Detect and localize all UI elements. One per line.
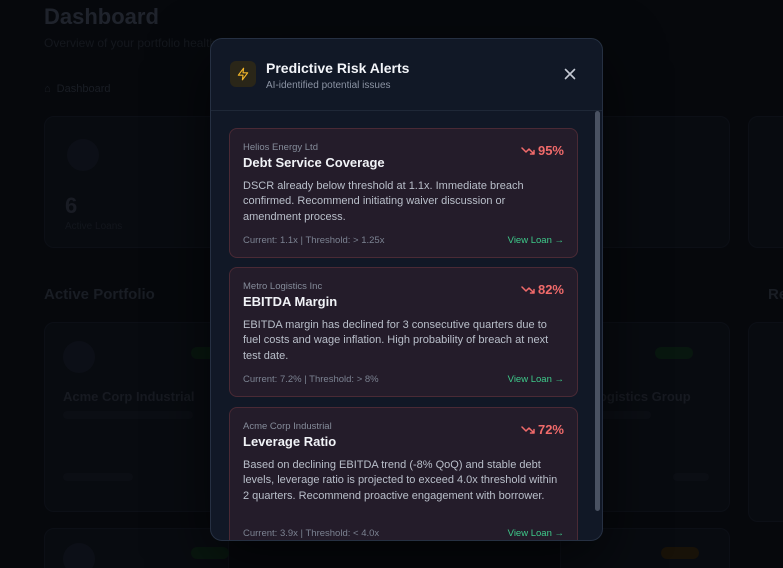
- alert-company: Acme Corp Industrial: [243, 421, 332, 432]
- alert-probability: 82%: [521, 282, 564, 297]
- alert-company: Metro Logistics Inc: [243, 281, 323, 292]
- alert-description: Based on declining EBITDA trend (-8% QoQ…: [243, 459, 558, 502]
- alert-card[interactable]: Helios Energy Ltd Debt Service Coverage …: [229, 128, 578, 258]
- lightning-icon: [230, 61, 256, 87]
- modal-title: Predictive Risk Alerts: [266, 60, 410, 76]
- trending-down-icon: [521, 146, 535, 155]
- trending-down-icon: [521, 425, 535, 434]
- alert-description: DSCR already below threshold at 1.1x. Im…: [243, 180, 524, 223]
- alert-metric: EBITDA Margin: [243, 294, 338, 309]
- alert-card[interactable]: Acme Corp Industrial Leverage Ratio 72% …: [229, 407, 578, 540]
- view-loan-link[interactable]: View Loan →: [508, 528, 564, 539]
- probability-value: 95%: [537, 143, 564, 158]
- alert-probability: 95%: [521, 143, 564, 158]
- probability-value: 82%: [537, 282, 564, 297]
- alert-metric: Debt Service Coverage: [243, 155, 385, 170]
- alerts-list[interactable]: Helios Energy Ltd Debt Service Coverage …: [211, 112, 602, 540]
- scrollbar-thumb[interactable]: [595, 111, 600, 511]
- alert-metric: Leverage Ratio: [243, 434, 337, 449]
- alert-probability: 72%: [521, 422, 564, 437]
- risk-alerts-modal: Predictive Risk Alerts AI-identified pot…: [210, 38, 603, 541]
- alert-footer: Current: 1.1x | Threshold: > 1.25x View …: [243, 235, 564, 246]
- close-icon[interactable]: [562, 66, 578, 82]
- probability-value: 72%: [537, 422, 564, 437]
- alert-threshold: Current: 3.9x | Threshold: < 4.0x: [243, 528, 380, 539]
- alert-threshold: Current: 7.2% | Threshold: > 8%: [243, 374, 379, 385]
- view-loan-link[interactable]: View Loan →: [508, 235, 564, 246]
- alert-footer: Current: 3.9x | Threshold: < 4.0x View L…: [243, 528, 564, 539]
- alert-card[interactable]: Metro Logistics Inc EBITDA Margin 82% EB…: [229, 267, 578, 397]
- alert-footer: Current: 7.2% | Threshold: > 8% View Loa…: [243, 374, 564, 385]
- modal-header: Predictive Risk Alerts AI-identified pot…: [211, 39, 602, 111]
- alert-company: Helios Energy Ltd: [243, 142, 318, 153]
- view-loan-link[interactable]: View Loan →: [508, 374, 564, 385]
- alert-threshold: Current: 1.1x | Threshold: > 1.25x: [243, 235, 385, 246]
- modal-subtitle: AI-identified potential issues: [266, 80, 391, 91]
- trending-down-icon: [521, 285, 535, 294]
- alert-description: EBITDA margin has declined for 3 consecu…: [243, 319, 549, 362]
